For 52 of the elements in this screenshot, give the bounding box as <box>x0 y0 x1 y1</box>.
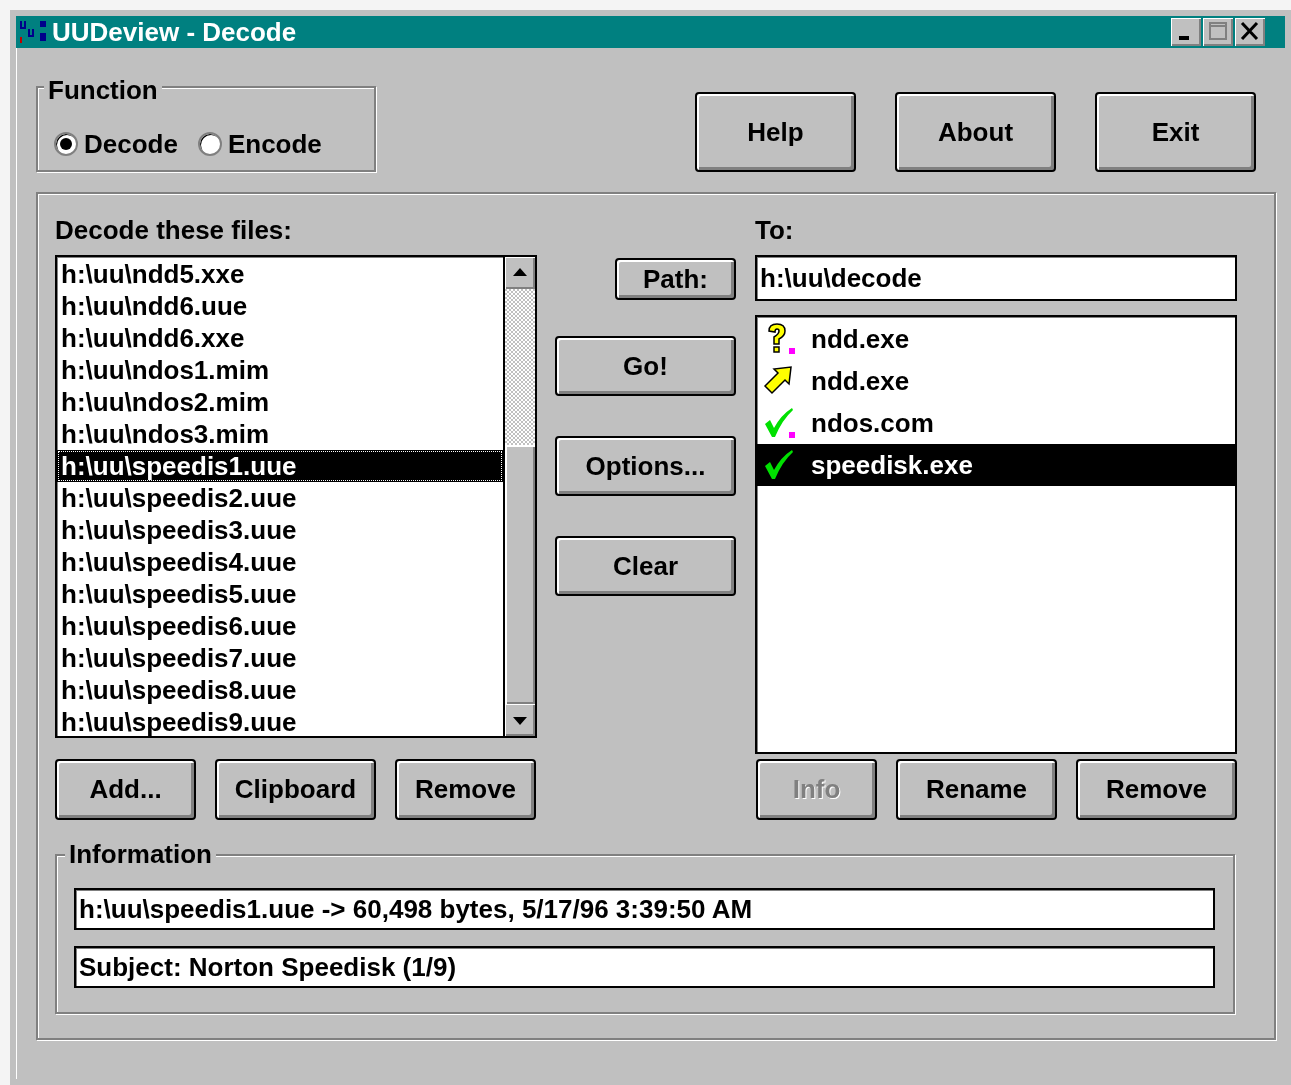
radio-button[interactable]: Encode <box>197 118 322 170</box>
file-item[interactable]: h:\uu\speedis2.uue <box>57 482 503 514</box>
close-icon[interactable] <box>1235 18 1265 46</box>
list-button[interactable]: Clipboard <box>215 759 376 820</box>
window-title: UUDeview - Decode <box>52 16 297 48</box>
file-item[interactable]: h:\uu\ndd6.xxe <box>57 322 503 354</box>
minimize-icon[interactable] <box>1171 18 1201 46</box>
file-item[interactable]: h:\uu\ndos1.mim <box>57 354 503 386</box>
to-label: To: <box>755 216 795 244</box>
file-item[interactable]: h:\uu\ndos2.mim <box>57 386 503 418</box>
file-item[interactable]: h:\uu\speedis1.uue <box>57 450 503 482</box>
toolbar-button[interactable]: About <box>895 92 1056 172</box>
file-item[interactable]: h:\uu\speedis3.uue <box>57 514 503 546</box>
file-item[interactable]: h:\uu\speedis4.uue <box>57 546 503 578</box>
file-item[interactable]: h:\uu\speedis7.uue <box>57 642 503 674</box>
info-field: Subject: Norton Speedisk (1/9) <box>74 946 1215 988</box>
scrollbar[interactable] <box>503 257 535 736</box>
file-list[interactable] <box>55 255 537 738</box>
toolbar-button[interactable]: Exit <box>1095 92 1256 172</box>
output-item[interactable]: speedisk.exe <box>757 444 1235 486</box>
radio-dot-icon[interactable] <box>197 132 222 156</box>
output-item[interactable]: ndd.exe <box>757 318 1235 360</box>
path-field[interactable]: h:\uu\decode <box>755 255 1237 301</box>
scroll-up-icon[interactable] <box>505 257 535 289</box>
list-button[interactable]: Remove <box>1076 759 1237 820</box>
action-button[interactable]: Go! <box>555 336 736 396</box>
file-item[interactable]: h:\uu\ndd5.xxe <box>57 258 503 290</box>
file-item[interactable]: h:\uu\speedis6.uue <box>57 610 503 642</box>
list-button[interactable]: Remove <box>395 759 536 820</box>
list-button[interactable]: Add... <box>55 759 196 820</box>
scroll-thumb[interactable] <box>505 445 535 704</box>
app-icon <box>18 19 48 45</box>
file-item[interactable]: h:\uu\speedis5.uue <box>57 578 503 610</box>
scroll-down-icon[interactable] <box>505 704 535 736</box>
path-button[interactable]: Path: <box>615 258 736 300</box>
file-item[interactable]: h:\uu\ndd6.uue <box>57 290 503 322</box>
file-item[interactable]: h:\uu\ndos3.mim <box>57 418 503 450</box>
output-item[interactable]: ndos.com <box>757 402 1235 444</box>
maximize-icon[interactable] <box>1203 18 1233 46</box>
files-label: Decode these files: <box>55 216 293 244</box>
action-button[interactable]: Clear <box>555 536 736 596</box>
output-item[interactable]: ndd.exe <box>757 360 1235 402</box>
file-item[interactable]: h:\uu\speedis9.uue <box>57 706 503 738</box>
radio-button[interactable]: Decode <box>54 118 178 170</box>
toolbar-button[interactable]: Help <box>695 92 856 172</box>
radio-dot-icon[interactable] <box>54 132 78 156</box>
check-icon <box>763 406 797 440</box>
action-button[interactable]: Options... <box>555 436 736 496</box>
file-item[interactable]: h:\uu\speedis8.uue <box>57 674 503 706</box>
info-field: h:\uu\speedis1.uue -> 60,498 bytes, 5/17/96 3:39:50 AM <box>74 888 1215 930</box>
list-button[interactable]: Rename <box>896 759 1057 820</box>
output-list[interactable]: ndd.exe ndd.exe ndos.com speedisk.exe <box>755 315 1237 754</box>
